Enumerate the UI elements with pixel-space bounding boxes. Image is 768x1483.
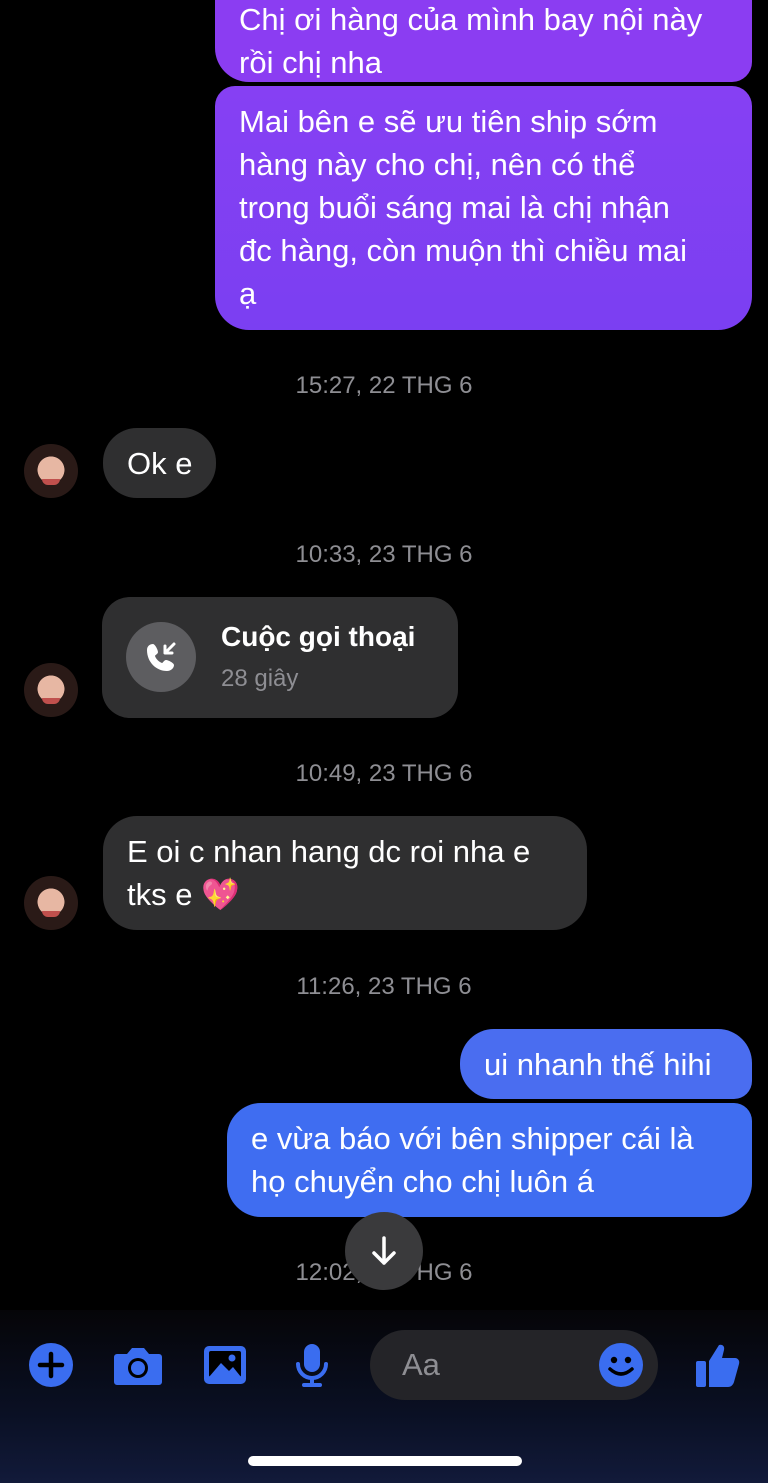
microphone-icon xyxy=(296,1344,328,1387)
avatar[interactable] xyxy=(24,663,78,717)
microphone-button[interactable] xyxy=(290,1340,334,1390)
plus-circle-icon xyxy=(29,1343,73,1387)
avatar[interactable] xyxy=(24,876,78,930)
image-icon xyxy=(204,1346,246,1384)
camera-icon xyxy=(114,1348,162,1385)
message-text-line: E oi c nhan hang dc roi nha e xyxy=(127,834,531,869)
arrow-down-icon xyxy=(372,1236,396,1265)
emoji-button[interactable] xyxy=(598,1342,644,1393)
message-text-line: ạ xyxy=(239,276,257,311)
home-indicator[interactable] xyxy=(248,1456,522,1466)
camera-button[interactable] xyxy=(112,1340,164,1390)
timestamp: 10:49, 23 THG 6 xyxy=(295,760,473,787)
message-text: ui nhanh thế hihi xyxy=(484,1047,712,1082)
message-text-line: tks e 💖 xyxy=(127,877,240,912)
message-bubble-outgoing[interactable]: e vừa báo với bên shipper cái là họ chuy… xyxy=(227,1103,752,1217)
message-text-line: họ chuyển cho chị luôn á xyxy=(251,1164,594,1199)
message-input[interactable]: Aa xyxy=(370,1330,658,1400)
thumbs-up-icon xyxy=(696,1344,740,1387)
message-text-line: trong buổi sáng mai là chị nhận xyxy=(239,190,670,225)
message-text-line: e vừa báo với bên shipper cái là xyxy=(251,1121,694,1156)
call-duration: 28 giây xyxy=(221,665,299,692)
like-button[interactable] xyxy=(692,1340,742,1390)
message-bubble-outgoing[interactable]: Chị ơi hàng của mình bay nội này rồi chị… xyxy=(215,0,752,82)
message-bubble-outgoing[interactable]: Mai bên e sẽ ưu tiên ship sớm hàng này c… xyxy=(215,86,752,330)
message-text-line: Mai bên e sẽ ưu tiên ship sớm xyxy=(239,104,658,139)
message-text-line: hàng này cho chị, nên có thể xyxy=(239,147,636,182)
timestamp: 10:33, 23 THG 6 xyxy=(295,541,473,568)
scroll-to-bottom-button[interactable] xyxy=(345,1212,423,1290)
incoming-call-icon xyxy=(126,622,196,692)
timestamp: 11:26, 23 THG 6 xyxy=(296,973,472,1000)
timestamp: 15:27, 22 THG 6 xyxy=(295,372,473,399)
message-input-placeholder: Aa xyxy=(402,1347,440,1382)
add-button[interactable] xyxy=(26,1340,76,1390)
message-text-line: đc hàng, còn muộn thì chiều mai xyxy=(239,233,688,268)
message-bubble-incoming[interactable]: Ok e xyxy=(103,428,217,498)
call-title: Cuộc gọi thoại xyxy=(221,621,416,652)
message-text-line: rồi chị nha xyxy=(239,45,383,80)
message-text: Ok e xyxy=(127,446,193,481)
gallery-button[interactable] xyxy=(200,1340,250,1390)
smiley-icon xyxy=(599,1343,643,1387)
message-bubble-outgoing[interactable]: ui nhanh thế hihi xyxy=(460,1029,752,1099)
avatar[interactable] xyxy=(24,444,78,498)
message-text-line: Chị ơi hàng của mình bay nội này xyxy=(239,2,703,37)
message-bubble-incoming[interactable]: E oi c nhan hang dc roi nha e tks e 💖 xyxy=(103,816,587,930)
call-bubble[interactable]: Cuộc gọi thoại 28 giây xyxy=(102,597,458,718)
